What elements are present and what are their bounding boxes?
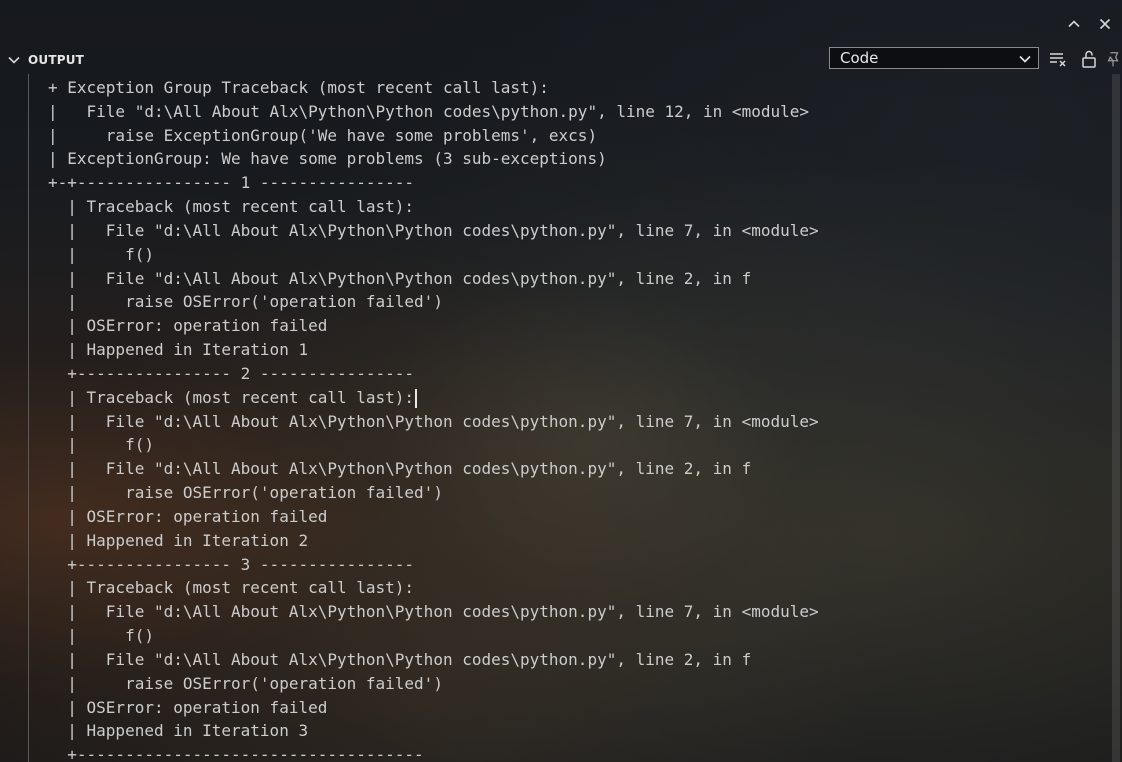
pin-icon (1107, 52, 1119, 67)
chevron-down-icon (8, 56, 20, 64)
output-line: | raise OSError('operation failed') (48, 483, 443, 503)
output-line: | raise OSError('operation failed') (48, 292, 443, 312)
pin-output-button[interactable] (1104, 49, 1122, 69)
output-line: | f() (48, 626, 154, 646)
chevron-up-icon (1068, 20, 1080, 28)
output-line: | File "d:\All About Alx\Python\Python c… (48, 101, 809, 121)
maximize-panel-button[interactable] (1062, 12, 1086, 36)
output-line: | Traceback (most recent call last): (48, 578, 415, 598)
output-line: + Exception Group Traceback (most recent… (48, 78, 549, 97)
text-cursor (415, 388, 417, 408)
output-line: | OSError: operation failed (48, 697, 328, 717)
output-line: | raise OSError('operation failed') (48, 673, 443, 693)
output-panel-window: OUTPUT Code + Exception Group Traceback … (0, 0, 1122, 762)
output-line: | File "d:\All About Alx\Python\Python c… (48, 649, 752, 669)
output-line-with-cursor: | Traceback (most recent call last): (48, 386, 819, 410)
output-line: | Happened in Iteration 3 (48, 721, 309, 741)
output-line: | File "d:\All About Alx\Python\Python c… (48, 268, 752, 288)
output-line: | OSError: operation failed (48, 316, 328, 336)
output-line: | File "d:\All About Alx\Python\Python c… (48, 220, 819, 240)
output-line: | ExceptionGroup: We have some problems … (48, 149, 607, 169)
output-line: | File "d:\All About Alx\Python\Python c… (48, 602, 819, 622)
output-line: | f() (48, 244, 154, 264)
output-line: | File "d:\All About Alx\Python\Python c… (48, 459, 752, 479)
close-panel-button[interactable] (1093, 12, 1117, 36)
output-text-area[interactable]: + Exception Group Traceback (most recent… (48, 64, 1098, 762)
output-line: | raise ExceptionGroup('We have some pro… (48, 125, 598, 145)
output-gutter-divider (28, 74, 29, 762)
output-line: | f() (48, 435, 154, 455)
output-line: +---------------- 3 ---------------- (48, 554, 415, 574)
output-line: +---------------- 2 ---------------- (48, 363, 415, 383)
output-lines: + Exception Group Traceback (most recent… (48, 76, 819, 762)
output-line: +------------------------------------ (48, 745, 424, 762)
output-line: +-+---------------- 1 ---------------- (48, 173, 415, 193)
output-scrollbar-thumb[interactable] (1112, 74, 1120, 762)
output-line: | Happened in Iteration 2 (48, 530, 309, 550)
output-line: | Happened in Iteration 1 (48, 340, 309, 360)
output-line: | File "d:\All About Alx\Python\Python c… (48, 411, 819, 431)
close-icon (1099, 18, 1111, 30)
output-line: | Traceback (most recent call last): (48, 197, 415, 217)
output-line-text: | Traceback (most recent call last): (48, 387, 415, 407)
panel-top-strip (0, 0, 1122, 44)
output-line: | OSError: operation failed (48, 506, 328, 526)
output-scrollbar[interactable] (1110, 74, 1122, 762)
